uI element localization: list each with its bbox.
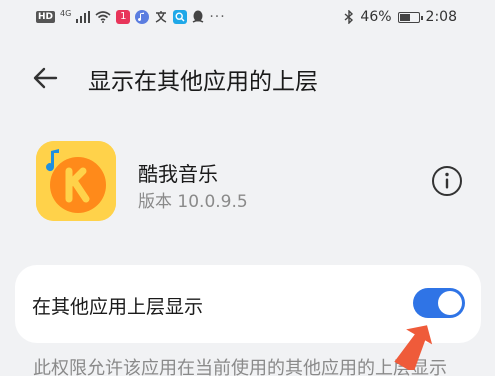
- search-notification-icon: [173, 10, 188, 24]
- wifi-icon: [95, 11, 111, 23]
- back-arrow-icon: [33, 67, 58, 89]
- setting-label: 在其他应用上层显示: [32, 296, 204, 318]
- more-notifications-icon: ···: [209, 9, 226, 25]
- app-icon: [36, 141, 116, 221]
- status-bar-right: 46% 2:08: [344, 9, 457, 25]
- toggle-knob: [438, 291, 462, 315]
- music-notification-icon: [135, 10, 150, 24]
- title-bar: 显示在其他应用的上层: [0, 52, 495, 102]
- signal-icon: [76, 11, 91, 23]
- clock: 2:08: [425, 9, 457, 25]
- info-icon: [432, 166, 462, 196]
- back-button[interactable]: [26, 58, 66, 98]
- app-name: 酷我音乐: [138, 162, 218, 186]
- qq-icon: [192, 10, 204, 24]
- translate-icon: [154, 10, 168, 24]
- status-bar: HD 4G 1 ··· 46% 2:08: [0, 0, 495, 36]
- page-title: 显示在其他应用的上层: [88, 69, 318, 95]
- app-notification-icon: 1: [116, 10, 131, 24]
- battery-icon: [397, 11, 423, 23]
- app-info-button[interactable]: [431, 165, 463, 197]
- hd-icon: HD: [36, 11, 56, 23]
- app-version: 版本 10.0.9.5: [138, 192, 248, 212]
- overlay-permission-toggle[interactable]: [413, 288, 465, 318]
- 4g-icon: 4G: [60, 8, 72, 18]
- status-bar-left: HD 4G 1 ···: [36, 9, 226, 25]
- bluetooth-icon: [344, 10, 354, 24]
- kuwo-music-logo-icon: [36, 141, 116, 221]
- arrow-pointer-icon: [394, 325, 433, 370]
- battery-percent: 46%: [360, 9, 392, 25]
